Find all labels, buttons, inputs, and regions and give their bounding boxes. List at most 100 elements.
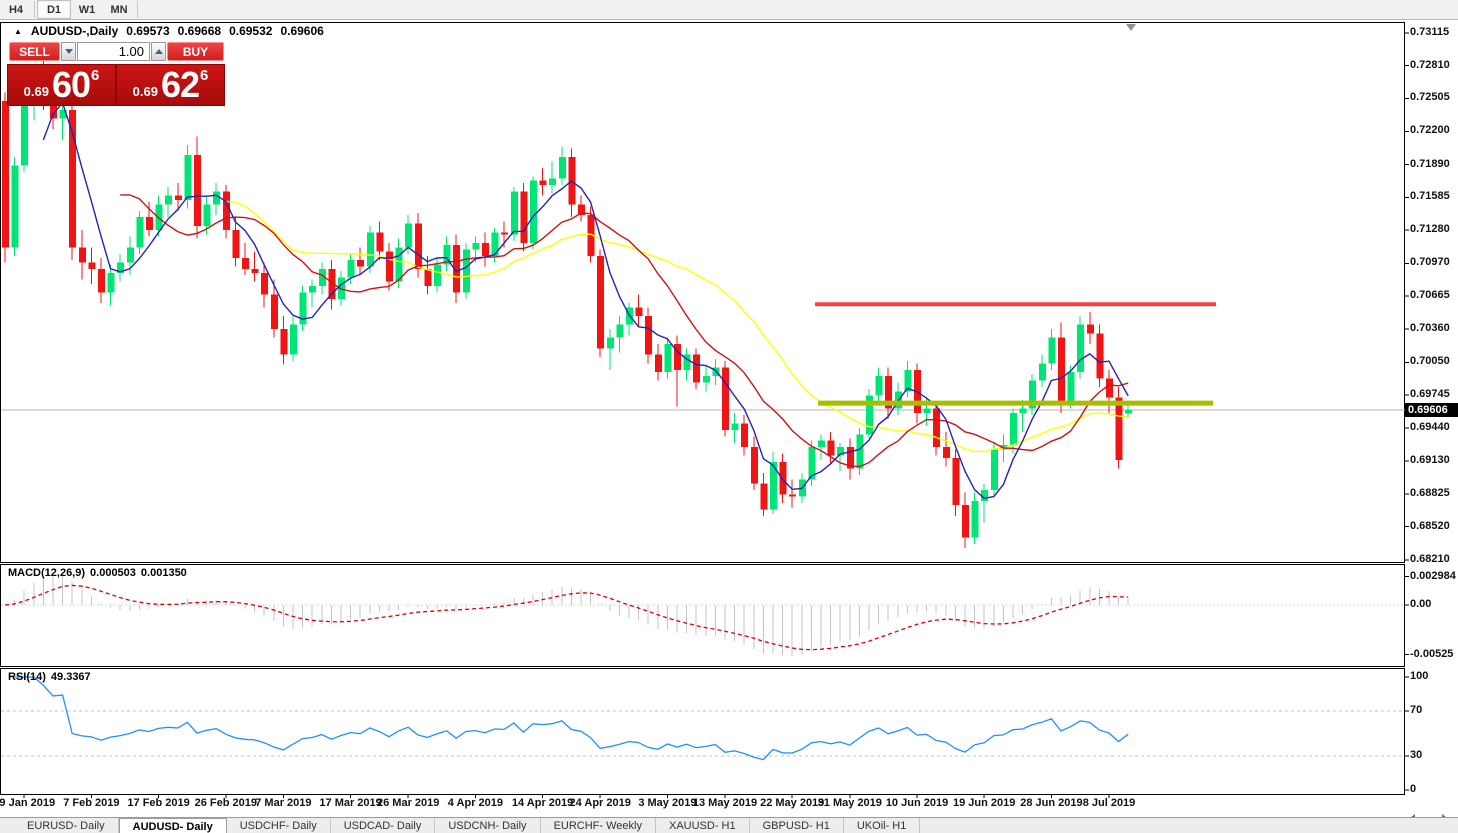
candle-body — [722, 367, 729, 430]
candle-body — [990, 449, 998, 491]
price-tick-label: 0.73115 — [1410, 25, 1450, 38]
macd-histogram — [14, 573, 1129, 656]
candle-body — [136, 217, 144, 248]
macd-signal-value: 0.001350 — [140, 567, 187, 579]
candle-body — [21, 101, 29, 166]
price-tick-label: 0.68520 — [1410, 519, 1450, 532]
price-tick-label: 0.70970 — [1410, 256, 1450, 269]
volume-increase-button[interactable] — [151, 42, 166, 61]
buy-price-pip: 6 — [200, 67, 209, 84]
candle-body — [424, 268, 432, 286]
candle-body — [549, 178, 557, 185]
buy-quote-box[interactable]: 0.69 62 6 — [116, 64, 225, 106]
macd-tick-label: -0.00525 — [1410, 647, 1454, 660]
macd-main-value: 0.000503 — [90, 567, 136, 579]
ohlc-open: 0.69573 — [126, 24, 170, 38]
candle-body — [760, 483, 768, 510]
candle-body — [1077, 324, 1085, 372]
candle-body — [597, 255, 605, 349]
candle-body — [923, 408, 931, 413]
candle-body — [606, 337, 614, 349]
candle-body — [251, 268, 259, 274]
tab-usdcad-daily[interactable]: USDCAD- Daily — [331, 818, 436, 833]
sell-button[interactable]: SELL — [9, 42, 60, 61]
chart-canvas[interactable] — [0, 0, 1458, 833]
candle-body — [779, 462, 787, 495]
candle-body — [222, 191, 230, 231]
candle-body — [1058, 337, 1065, 403]
candle-body — [1010, 412, 1017, 445]
candle-body — [1125, 409, 1133, 414]
tab-ukoil-h1[interactable]: UKOil- H1 — [844, 818, 921, 833]
current-price-badge: 0.69606 — [1405, 402, 1458, 417]
candle-body — [242, 258, 249, 269]
candle-body — [1067, 371, 1075, 403]
candle-body — [232, 230, 240, 259]
date-tick-label: 17 Feb 2019 — [127, 797, 190, 809]
candle-body — [520, 191, 528, 244]
candle-body — [174, 195, 182, 201]
ohlc-close: 0.69606 — [280, 24, 324, 38]
candle-body — [789, 494, 797, 497]
candle-body — [952, 457, 960, 506]
date-tick-label: 31 May 2019 — [817, 797, 882, 809]
collapse-triangle-icon[interactable]: ▲ — [14, 27, 22, 36]
candle-body — [827, 440, 835, 456]
price-tick-label: 0.69440 — [1410, 420, 1450, 433]
date-tick-label: 10 Jun 2019 — [885, 797, 949, 809]
rsi-pane-frame — [0, 668, 1405, 795]
candle-body — [645, 316, 653, 355]
tab-eurchf-weekly[interactable]: EURCHF- Weekly — [541, 818, 656, 833]
ma-24-line — [225, 200, 1129, 453]
date-tick-label: 19 Jun 2019 — [953, 797, 1016, 809]
candle-body — [155, 204, 163, 231]
candle-body — [1115, 397, 1123, 461]
candle-body — [510, 191, 518, 235]
candle-body — [501, 232, 509, 235]
candle-body — [347, 260, 355, 278]
date-tick-label: 24 Apr 2019 — [569, 797, 631, 809]
tab-usdchf-daily[interactable]: USDCHF- Daily — [227, 818, 331, 833]
tab-xauusd-h1[interactable]: XAUUSD- H1 — [656, 818, 750, 833]
tab-eurusd-daily[interactable]: EURUSD- Daily — [14, 818, 119, 833]
date-tick-label: 17 Mar 2019 — [319, 797, 382, 809]
candle-body — [376, 232, 384, 252]
date-tick-label: 28 Jun 2019 — [1020, 797, 1083, 809]
date-tick-label: 22 May 2019 — [760, 797, 825, 809]
rsi-name: RSI(14) — [8, 671, 46, 683]
price-tick-label: 0.69745 — [1410, 388, 1450, 401]
volume-input[interactable] — [77, 42, 150, 61]
candle-body — [875, 376, 883, 396]
candle-body — [261, 273, 269, 295]
triangle-up-icon — [154, 49, 163, 54]
candle-body — [194, 154, 201, 226]
price-tick-label: 0.70360 — [1410, 321, 1450, 334]
chart-shift-marker-icon[interactable] — [1126, 24, 1136, 31]
candle-body — [558, 157, 566, 179]
price-tick-label: 0.70665 — [1410, 289, 1450, 302]
chart-tab-bar: EURUSD- Daily AUDUSD- Daily USDCHF- Daily U… — [0, 817, 1458, 833]
candle-body — [741, 423, 749, 448]
tab-audusd-daily[interactable]: AUDUSD- Daily — [118, 818, 227, 833]
candle-body — [1019, 408, 1027, 413]
rsi-indicator-label: RSI(14) 49.3367 — [8, 671, 96, 683]
one-click-trading-panel: SELL BUY 0.69 60 6 0.69 62 6 — [6, 40, 225, 106]
candles-layer — [2, 49, 1133, 549]
rsi-line — [14, 676, 1129, 761]
sell-quote-box[interactable]: 0.69 60 6 — [7, 64, 116, 106]
triangle-down-icon — [64, 49, 73, 54]
ma-5-line — [42, 101, 1129, 500]
buy-button[interactable]: BUY — [167, 42, 224, 61]
candle-body — [942, 447, 950, 458]
date-tick-label: 26 Mar 2019 — [376, 797, 440, 809]
candle-body — [472, 243, 480, 250]
tab-gbpusd-h1[interactable]: GBPUSD- H1 — [750, 818, 844, 833]
candle-body — [1086, 324, 1094, 334]
tab-usdcnh-daily[interactable]: USDCNH- Daily — [435, 818, 541, 833]
mt4-terminal-window: H4 D1 W1 MN ▲ AUDUSD-,Daily 0.69573 0.69668… — [0, 0, 1458, 833]
price-tick-label: 0.72200 — [1410, 124, 1450, 137]
macd-tick-label: 0.002984 — [1410, 569, 1456, 582]
macd-tick-label: 0.00 — [1410, 598, 1432, 610]
candle-body — [11, 165, 19, 248]
volume-decrease-button[interactable] — [61, 42, 76, 61]
